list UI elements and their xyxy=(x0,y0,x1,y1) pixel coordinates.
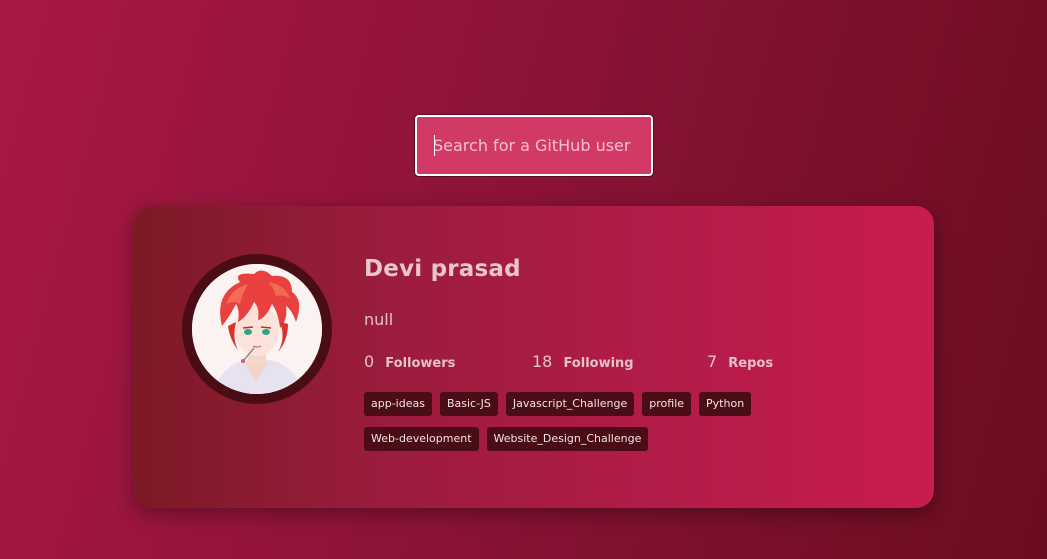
followers-label: Followers xyxy=(385,356,456,371)
repo-link-basic-js[interactable]: Basic-JS xyxy=(439,392,498,416)
followers-count: 0 xyxy=(364,352,375,371)
profile-card: Devi prasad null 0 Followers 18 Followin… xyxy=(134,206,934,508)
user-stats: 0 Followers 18 Following 7 Repos xyxy=(364,352,844,372)
search-input[interactable] xyxy=(417,117,651,174)
stat-repos: 7 Repos xyxy=(707,352,773,371)
search-box[interactable] xyxy=(415,115,653,176)
repo-link-website-design-challenge[interactable]: Website_Design_Challenge xyxy=(486,427,649,451)
repo-link-profile[interactable]: profile xyxy=(642,392,692,416)
repo-list: app-ideas Basic-JS Javascript_Challenge … xyxy=(364,392,834,462)
avatar-illustration xyxy=(192,264,322,394)
repos-count: 7 xyxy=(707,352,718,371)
stat-following: 18 Following xyxy=(532,352,634,371)
repo-link-javascript-challenge[interactable]: Javascript_Challenge xyxy=(505,392,635,416)
user-name: Devi prasad xyxy=(364,256,521,282)
text-caret xyxy=(434,135,435,156)
following-label: Following xyxy=(563,356,634,371)
repos-label: Repos xyxy=(728,356,774,371)
repo-link-web-development[interactable]: Web-development xyxy=(364,427,479,451)
stat-followers: 0 Followers xyxy=(364,352,455,371)
following-count: 18 xyxy=(532,352,553,371)
user-bio: null xyxy=(364,310,394,329)
avatar-ring xyxy=(182,254,332,404)
repo-link-app-ideas[interactable]: app-ideas xyxy=(364,392,432,416)
avatar xyxy=(192,264,322,394)
repo-link-python[interactable]: Python xyxy=(699,392,752,416)
